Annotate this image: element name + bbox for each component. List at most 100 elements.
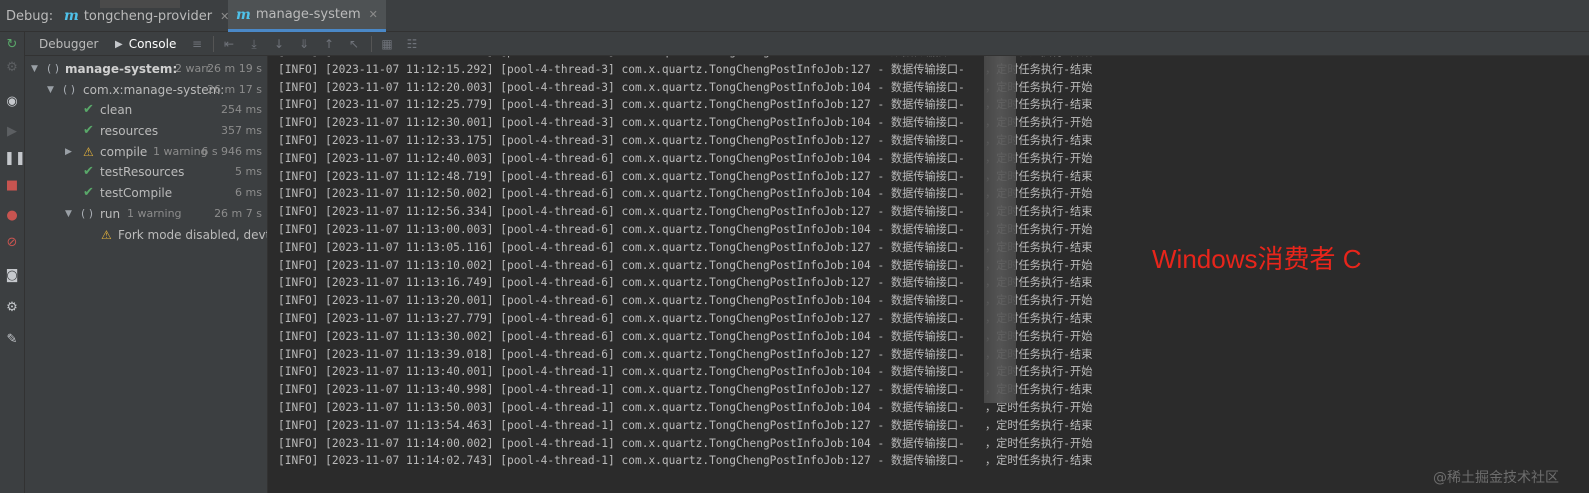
show-execution-point-icon[interactable]: ⇤ — [221, 36, 237, 52]
redacted-region — [984, 56, 1016, 403]
console-line: [INFO] [2023-11-07 11:13:05.116] [pool-4… — [278, 240, 1093, 254]
tree-label: manage-system: — [65, 62, 178, 76]
running-spinner-icon: ( ) — [81, 207, 94, 220]
tree-root[interactable]: ▼ ( ) manage-system: 2 warr 26 m 19 s — [25, 59, 267, 79]
tab-label: manage-system — [255, 7, 361, 22]
chevron-down-icon[interactable]: ▼ — [65, 204, 72, 224]
warning-icon: ⚠ — [101, 228, 112, 242]
tab-console[interactable]: ▶ Console — [115, 35, 176, 53]
view-breakpoints-eye-icon[interactable]: ◉ — [4, 94, 20, 110]
check-icon: ✔ — [83, 185, 94, 200]
duration: 26 m 19 s — [207, 62, 262, 75]
stop-icon[interactable]: ■ — [4, 178, 20, 194]
duration: 26 m 17 s — [207, 83, 262, 96]
toolbar-separator — [371, 36, 372, 52]
warning-count: 1 warning — [127, 207, 182, 220]
camera-icon[interactable]: ◙ — [4, 268, 20, 284]
force-step-into-icon[interactable]: ⇓ — [296, 36, 312, 52]
tree-item-run[interactable]: ▼ ( ) run 1 warning 26 m 7 s — [25, 204, 267, 224]
tab-manage-system[interactable]: m manage-system ✕ — [228, 0, 386, 32]
debug-tab-bar: Debug: m tongcheng-provider ✕ m manage-s… — [0, 0, 1589, 32]
trace-icon[interactable]: ☷ — [404, 36, 420, 52]
tab-debugger[interactable]: Debugger — [39, 35, 98, 53]
console-icon: ▶ — [115, 38, 123, 50]
warning-count: 2 warr — [175, 62, 211, 75]
rerun-icon[interactable]: ↻ — [4, 37, 20, 53]
console-line: [INFO] [2023-11-07 11:12:40.003] [pool-4… — [278, 151, 1093, 165]
tree-label: com.x:manage-system: — [83, 83, 225, 97]
step-out-icon[interactable]: ↑ — [321, 36, 337, 52]
tree-label: compile — [100, 145, 148, 159]
pin-icon[interactable]: ✎ — [4, 332, 20, 348]
step-over-icon[interactable]: ⤓ — [246, 36, 262, 52]
console-line: [INFO] [2023-11-07 11:13:40.001] [pool-4… — [278, 365, 1093, 379]
console-line: [INFO] [2023-11-07 11:13:20.001] [pool-4… — [278, 294, 1093, 308]
tree-label: Fork mode disabled, devt — [118, 228, 268, 242]
tab-label: tongcheng-provider — [83, 8, 213, 24]
duration: 357 ms — [221, 124, 262, 137]
tree-module[interactable]: ▼ ( ) com.x:manage-system: 26 m 17 s — [25, 80, 267, 100]
resume-icon[interactable]: ▶ — [4, 124, 20, 140]
console-line: [INFO] [2023-11-07 11:12:56.334] [pool-4… — [278, 205, 1093, 219]
tree-item-warning[interactable]: ⚠ Fork mode disabled, devt — [25, 225, 268, 245]
tab-console-label: Console — [128, 37, 177, 51]
tree-item-compile[interactable]: ▶ ⚠ compile 1 warning 6 s 946 ms — [25, 142, 267, 162]
console-line: [INFO] [2023-11-07 11:14:02.743] [pool-4… — [278, 454, 1093, 468]
warning-count: 1 warning — [153, 145, 208, 158]
console-line: [INFO] [2023-11-07 11:12:48.719] [pool-4… — [278, 169, 1093, 183]
console-line: [INFO] [2023-11-07 11:12:20.003] [pool-4… — [278, 80, 1093, 94]
running-spinner-icon: ( ) — [47, 62, 60, 75]
drop-frame-icon[interactable]: ↖ — [346, 36, 362, 52]
console-line: [INFO] [2023-11-07 11:12:10.001] [pool-4… — [278, 56, 1092, 60]
duration: 5 ms — [235, 165, 262, 178]
watermark: @稀土掘金技术社区 — [1433, 470, 1559, 486]
tree-item-clean[interactable]: ✔ clean 254 ms — [25, 100, 267, 120]
console-line: [INFO] [2023-11-07 11:13:27.779] [pool-4… — [278, 312, 1093, 325]
duration: 254 ms — [221, 103, 262, 116]
debug-side-toolbar: ↻ ⚙ ◉ ▶ ❚❚ ■ ● ⊘ ◙ ⚙ ✎ — [0, 32, 26, 493]
chevron-right-icon[interactable]: ▶ — [65, 142, 72, 162]
check-icon: ✔ — [83, 164, 94, 179]
console-line: [INFO] [2023-11-07 11:12:33.175] [pool-4… — [278, 134, 1093, 147]
breakpoints-icon[interactable]: ● — [4, 208, 20, 224]
build-tree: ▼ ( ) manage-system: 2 warr 26 m 19 s ▼ … — [25, 56, 268, 493]
modify-config-icon[interactable]: ⚙ — [4, 60, 20, 76]
maven-icon: m — [64, 8, 79, 24]
tree-label: testCompile — [100, 186, 173, 200]
tree-item-resources[interactable]: ✔ resources 357 ms — [25, 121, 267, 141]
chevron-down-icon[interactable]: ▼ — [47, 80, 54, 100]
tree-item-testcompile[interactable]: ✔ testCompile 6 ms — [25, 183, 267, 203]
console-line: [INFO] [2023-11-07 11:12:30.001] [pool-4… — [278, 116, 1093, 130]
debug-label: Debug: — [6, 9, 54, 24]
step-into-icon[interactable]: ↓ — [271, 36, 287, 52]
close-icon[interactable]: ✕ — [369, 8, 378, 21]
duration: 6 ms — [235, 186, 262, 199]
console-line: [INFO] [2023-11-07 11:13:10.002] [pool-4… — [278, 258, 1093, 272]
tree-label: resources — [100, 124, 159, 138]
warning-icon: ⚠ — [83, 145, 94, 159]
console-output[interactable]: [INFO] [2023-11-07 11:12:10.001] [pool-4… — [268, 56, 1589, 493]
settings-gear-icon[interactable]: ⚙ — [4, 300, 20, 316]
chevron-down-icon[interactable]: ▼ — [31, 59, 38, 79]
check-icon: ✔ — [83, 102, 94, 117]
console-line: [INFO] [2023-11-07 11:13:50.003] [pool-4… — [278, 401, 1093, 414]
tree-item-testresources[interactable]: ✔ testResources 5 ms — [25, 162, 267, 182]
debugger-toolbar: Debugger ▶ Console ≡ ⇤ ⤓ ↓ ⇓ ↑ ↖ ▦ ☷ — [25, 32, 1589, 56]
console-line: [INFO] [2023-11-07 11:13:54.463] [pool-4… — [278, 418, 1093, 432]
annotation-text: Windows消费者 C — [1152, 244, 1362, 274]
console-line: [INFO] [2023-11-07 11:13:30.002] [pool-4… — [278, 329, 1093, 343]
mute-breakpoints-icon[interactable]: ⊘ — [4, 235, 20, 251]
tree-label: testResources — [100, 165, 185, 179]
console-line: [INFO] [2023-11-07 11:13:39.018] [pool-4… — [278, 347, 1093, 361]
running-spinner-icon: ( ) — [63, 83, 76, 96]
check-icon: ✔ — [83, 123, 94, 138]
pause-icon[interactable]: ❚❚ — [4, 151, 26, 167]
menu-icon[interactable]: ≡ — [189, 36, 205, 52]
duration: 6 s 946 ms — [201, 145, 262, 158]
tree-label: clean — [100, 103, 133, 117]
console-line: [INFO] [2023-11-07 11:12:25.779] [pool-4… — [278, 98, 1093, 112]
evaluate-icon[interactable]: ▦ — [379, 36, 395, 52]
tab-tongcheng-provider[interactable]: m tongcheng-provider ✕ — [56, 0, 237, 32]
console-line: [INFO] [2023-11-07 11:13:16.749] [pool-4… — [278, 276, 1093, 290]
console-line: [INFO] [2023-11-07 11:14:00.002] [pool-4… — [278, 436, 1093, 450]
